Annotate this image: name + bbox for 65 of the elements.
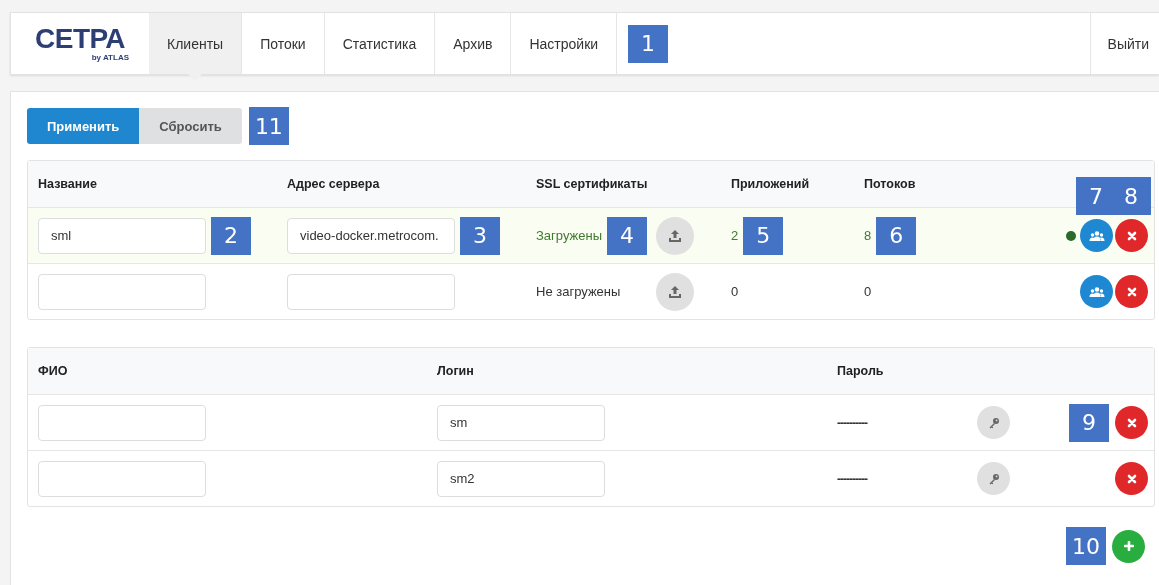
- column-header: Потоков: [864, 177, 917, 191]
- ssl-status: Не загружены: [536, 284, 621, 299]
- apps-count: 2: [731, 228, 739, 243]
- callout-badge: 10: [1066, 527, 1106, 565]
- callout-badge: 4: [607, 216, 647, 255]
- users-button[interactable]: [1080, 275, 1113, 308]
- column-header: Адрес сервера: [287, 177, 381, 191]
- reset-button[interactable]: Сбросить: [139, 108, 242, 144]
- nav-tab[interactable]: Архив: [435, 13, 512, 74]
- key-button[interactable]: [977, 406, 1010, 439]
- callout-badge: 3: [460, 216, 500, 255]
- callout-badge: 5: [743, 216, 784, 255]
- name-field[interactable]: sml: [38, 217, 206, 254]
- full-name-field[interactable]: [38, 404, 206, 441]
- name-field[interactable]: [38, 273, 206, 310]
- upload-button[interactable]: [656, 272, 694, 311]
- callout-badge: 6: [876, 216, 917, 255]
- delete-button[interactable]: [1115, 275, 1148, 308]
- logo-title: СЕТРА: [35, 25, 125, 53]
- upload-icon: [668, 228, 682, 243]
- apply-button[interactable]: Применить: [27, 108, 140, 144]
- upload-icon: [668, 284, 682, 299]
- server-field[interactable]: [287, 273, 455, 310]
- users-icon: [1088, 285, 1105, 298]
- logout-button[interactable]: Выйти: [1089, 13, 1159, 74]
- close-icon: [1126, 473, 1137, 484]
- apps-count: 0: [731, 284, 739, 299]
- callout-badge: 2: [211, 216, 251, 255]
- key-button[interactable]: [977, 462, 1010, 495]
- users-icon: [1088, 229, 1105, 242]
- nav-tab[interactable]: Потоки: [242, 13, 325, 74]
- logo-subtitle: by ATLAS: [91, 53, 129, 62]
- server-field[interactable]: video-docker.metrocom.: [287, 217, 455, 254]
- status-dot: [1066, 230, 1076, 241]
- delete-button[interactable]: [1115, 219, 1148, 252]
- ssl-status: Загружены: [536, 228, 602, 243]
- login-field[interactable]: sm: [437, 404, 605, 441]
- full-name-field[interactable]: [38, 460, 206, 497]
- callout-badge: 11: [248, 107, 289, 145]
- callout-badge: 9: [1069, 403, 1109, 442]
- column-header: Логин: [437, 364, 475, 378]
- plus-icon: [1123, 541, 1134, 551]
- nav-tab[interactable]: Статистика: [324, 13, 436, 74]
- column-header: SSL сертификаты: [536, 177, 649, 191]
- close-icon: [1126, 286, 1137, 297]
- streams-count: 8: [864, 228, 872, 243]
- login-field[interactable]: sm2: [437, 460, 605, 497]
- key-icon: [987, 416, 1000, 429]
- column-header: ФИО: [38, 364, 69, 378]
- delete-button[interactable]: [1115, 462, 1148, 495]
- password-mask: ----------: [837, 415, 867, 430]
- password-mask: ----------: [837, 471, 867, 486]
- add-button[interactable]: [1112, 529, 1145, 563]
- column-header: Пароль: [837, 364, 885, 378]
- nav-tab[interactable]: Настройки: [511, 13, 618, 74]
- close-icon: [1126, 230, 1137, 241]
- delete-button[interactable]: [1115, 406, 1148, 439]
- column-header: Приложений: [731, 177, 811, 191]
- key-icon: [987, 472, 1000, 485]
- users-button[interactable]: [1080, 219, 1113, 252]
- streams-count: 0: [864, 284, 872, 299]
- column-header: Название: [38, 177, 98, 191]
- callout-badge: 1: [628, 24, 669, 63]
- upload-button[interactable]: [656, 216, 694, 255]
- close-icon: [1126, 417, 1137, 428]
